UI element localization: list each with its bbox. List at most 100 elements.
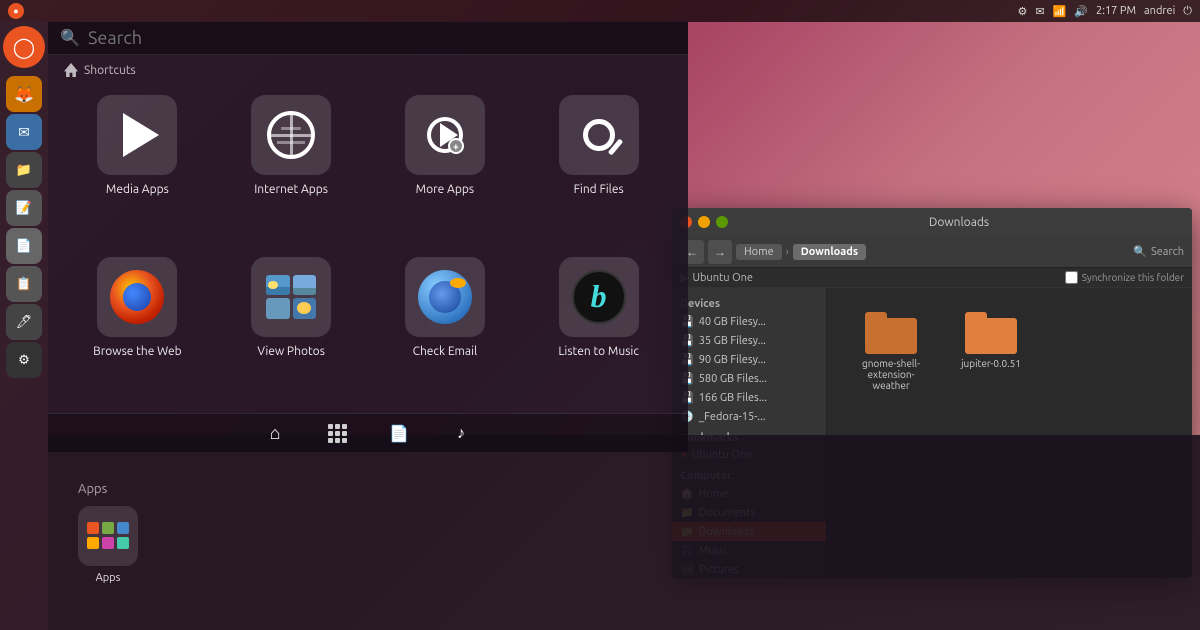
fm-sync-input[interactable]: [1065, 271, 1078, 284]
app-media-icon: [97, 95, 177, 175]
launcher-item-1[interactable]: 🦊: [6, 76, 42, 112]
launcher-icon-8: ⚙: [18, 353, 30, 368]
dash-nav: ⌂ 📄 ♪: [48, 413, 688, 452]
search-icon: 🔍: [60, 28, 80, 48]
app-thunderbird[interactable]: Check Email: [376, 257, 515, 404]
app-banshee[interactable]: b Listen to Music: [529, 257, 668, 404]
dash-nav-apps[interactable]: [326, 422, 348, 444]
ubuntu-logo[interactable]: ●: [8, 3, 24, 19]
apps-section2-item-apps[interactable]: Apps: [78, 506, 138, 584]
dash-nav-music[interactable]: ♪: [450, 422, 472, 444]
fm-item-40gb[interactable]: 💾 40 GB Filesy...: [672, 312, 826, 331]
power-icon[interactable]: ⏻: [1183, 5, 1192, 18]
app-findfiles-label: Find Files: [574, 183, 624, 196]
launcher-icon-7: 🖊: [16, 315, 33, 330]
app-photos[interactable]: View Photos: [222, 257, 361, 404]
ubuntu-home-icon: ◯: [13, 35, 35, 59]
fm-title: Downloads: [734, 216, 1184, 229]
dash-overlay: 🔍 Shortcuts Media Apps: [48, 22, 688, 452]
fm-item-580gb[interactable]: 💾 580 GB Files...: [672, 369, 826, 388]
fm-item-166gb[interactable]: 💾 166 GB Files...: [672, 388, 826, 407]
dash-nav-files[interactable]: 📄: [388, 422, 410, 444]
fm-path-separator: ›: [786, 246, 789, 258]
apps-grid: Media Apps Internet Apps: [48, 85, 688, 413]
launcher-icon-5: 📄: [16, 239, 32, 254]
app-firefox-label: Browse the Web: [93, 345, 182, 358]
dash-nav-home-icon: ⌂: [264, 422, 286, 444]
launcher-icon-3: 📁: [16, 163, 32, 178]
app-internet[interactable]: Internet Apps: [222, 95, 361, 242]
dash-nav-apps-icon: [326, 422, 348, 444]
launcher-item-6[interactable]: 📋: [6, 266, 42, 302]
fm-ubuntu-one-label: Ubuntu One: [692, 272, 753, 284]
fm-search-icon: 🔍: [1133, 245, 1147, 258]
apps-section2: Apps Apps: [48, 435, 1200, 630]
app-media-label: Media Apps: [106, 183, 169, 196]
app-more[interactable]: + More Apps: [376, 95, 515, 242]
apps2-label: Apps: [96, 572, 121, 584]
launcher-item-3[interactable]: 📁: [6, 152, 42, 188]
app-firefox-icon: [97, 257, 177, 337]
apps-section2-row: Apps: [78, 506, 1170, 584]
dash-nav-music-icon: ♪: [450, 422, 472, 444]
app-findfiles[interactable]: Find Files: [529, 95, 668, 242]
fm-sync-label: Synchronize this folder: [1082, 272, 1184, 283]
fm-files: gnome-shell-extension-weather jupiter-0.…: [835, 296, 1184, 407]
fm-search-label: Search: [1151, 246, 1184, 258]
unity-launcher: ◯ 🦊 ✉ 📁 📝 📄 📋 🖊 ⚙: [0, 22, 48, 630]
username: andrei: [1144, 5, 1175, 17]
top-panel-left: ●: [8, 3, 24, 19]
fm-path-home[interactable]: Home: [736, 244, 782, 260]
fm-item-fedora[interactable]: 💿 _Fedora-15-...: [672, 407, 826, 426]
launcher-item-7[interactable]: 🖊: [6, 304, 42, 340]
app-internet-icon: [251, 95, 331, 175]
app-thunderbird-icon: [405, 257, 485, 337]
fm-file-label-gnome: gnome-shell-extension-weather: [851, 358, 931, 391]
launcher-icon-1: 🦊: [14, 85, 34, 104]
fm-folder-icon-gnome: [865, 312, 917, 354]
network-tray-icon: 📶: [1053, 5, 1067, 18]
fm-sync-checkbox[interactable]: Synchronize this folder: [1065, 271, 1184, 284]
app-findfiles-icon: [559, 95, 639, 175]
app-thunderbird-label: Check Email: [413, 345, 478, 358]
launcher-item-5[interactable]: 📄: [6, 228, 42, 264]
fm-file-jupiter[interactable]: jupiter-0.0.51: [951, 312, 1031, 391]
fm-path: Home › Downloads: [736, 244, 1129, 260]
app-internet-label: Internet Apps: [254, 183, 328, 196]
fm-folder-icon-jupiter: [965, 312, 1017, 354]
fm-search[interactable]: 🔍 Search: [1133, 245, 1184, 258]
fm-forward-button[interactable]: →: [708, 240, 732, 264]
launcher-icon-6: 📋: [16, 277, 32, 292]
dash-nav-home[interactable]: ⌂: [264, 422, 286, 444]
mail-tray-icon: ✉: [1035, 5, 1044, 18]
top-panel: ● ⚙ ✉ 📶 🔊 2:17 PM andrei ⏻: [0, 0, 1200, 22]
app-more-label: More Apps: [416, 183, 474, 196]
sound-tray-icon: 🔊: [1074, 5, 1088, 18]
launcher-icon-2: ✉: [18, 124, 30, 141]
search-input[interactable]: [88, 28, 676, 48]
top-panel-right: ⚙ ✉ 📶 🔊 2:17 PM andrei ⏻: [1018, 5, 1192, 18]
launcher-ubuntu-button[interactable]: ◯: [3, 26, 45, 68]
fm-titlebar: Downloads: [672, 208, 1192, 236]
system-tray-icon: ⚙: [1018, 5, 1028, 18]
launcher-item-2[interactable]: ✉: [6, 114, 42, 150]
launcher-item-4[interactable]: 📝: [6, 190, 42, 226]
dash-nav-files-icon: 📄: [388, 422, 410, 444]
fm-section-devices: Devices: [672, 292, 826, 312]
desktop: ● ⚙ ✉ 📶 🔊 2:17 PM andrei ⏻ ◯ 🦊 ✉ 📁 📝: [0, 0, 1200, 630]
app-banshee-label: Listen to Music: [558, 345, 639, 358]
launcher-item-8[interactable]: ⚙: [6, 342, 42, 378]
app-photos-icon: [251, 257, 331, 337]
fm-toolbar: ← → Home › Downloads 🔍 Search: [672, 236, 1192, 268]
launcher-icon-4: 📝: [16, 201, 32, 216]
fm-item-90gb[interactable]: 💾 90 GB Filesy...: [672, 350, 826, 369]
fm-minimize-button[interactable]: [698, 216, 710, 228]
fm-maximize-button[interactable]: [716, 216, 728, 228]
app-firefox[interactable]: Browse the Web: [68, 257, 207, 404]
shortcuts-home-icon: [64, 63, 78, 77]
fm-path-current: Downloads: [793, 244, 866, 260]
fm-item-35gb[interactable]: 💾 35 GB Filesy...: [672, 331, 826, 350]
apps-section2-title: Apps: [78, 482, 1170, 496]
app-media[interactable]: Media Apps: [68, 95, 207, 242]
fm-file-gnome-weather[interactable]: gnome-shell-extension-weather: [851, 312, 931, 391]
